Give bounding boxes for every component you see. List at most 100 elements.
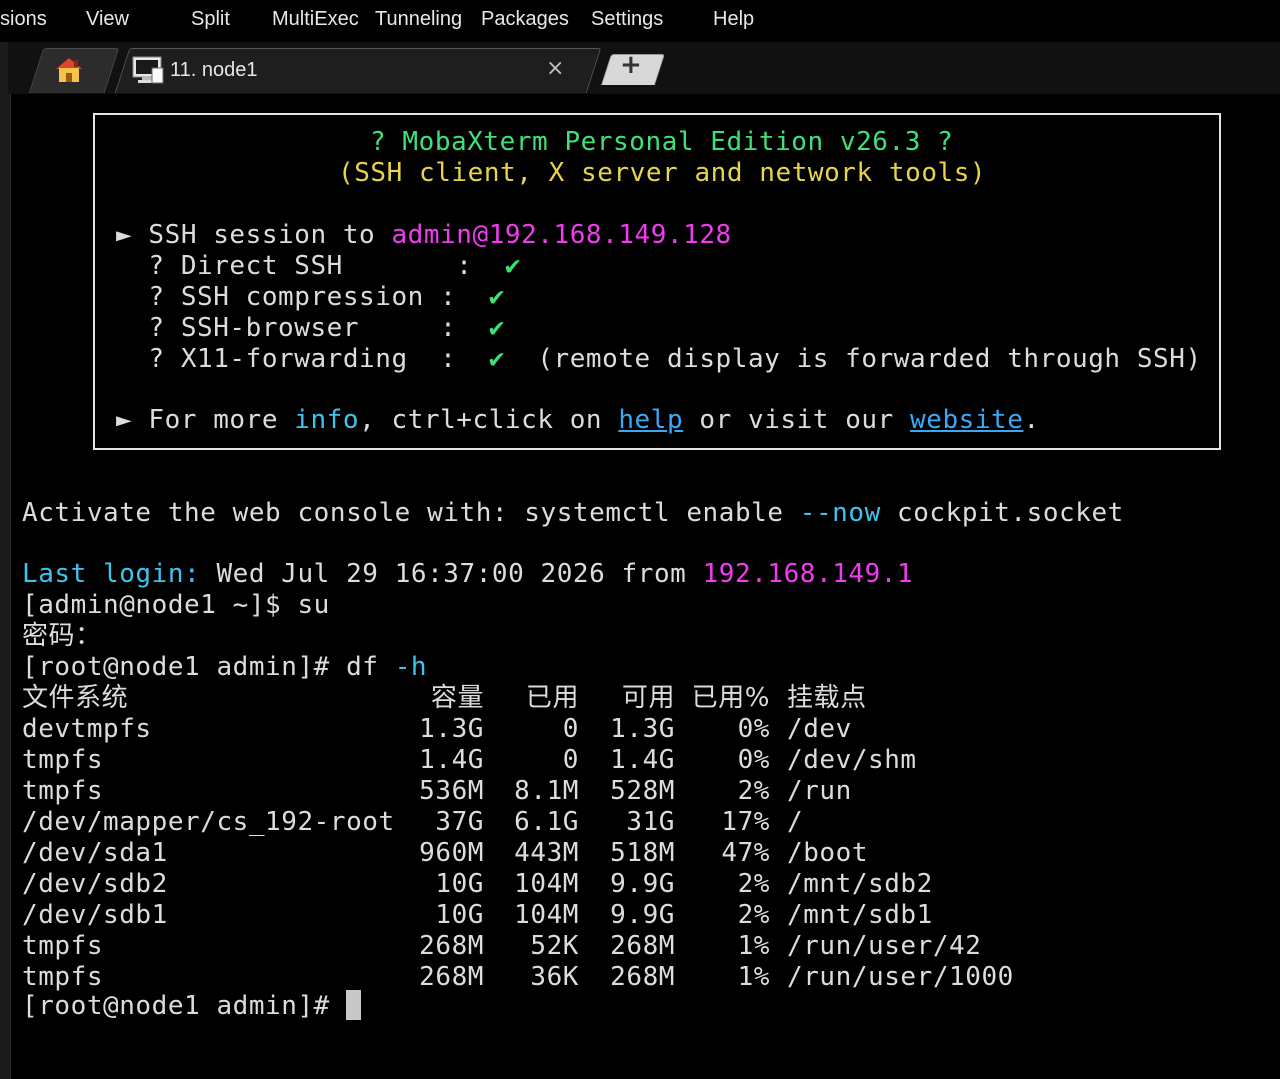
df-cell: 1.4G <box>610 745 675 775</box>
df-cell: /run/user/1000 <box>787 962 1014 992</box>
feature-label: ? SSH-browser : <box>116 313 489 343</box>
terminal-cursor <box>346 990 362 1020</box>
df-cell: / <box>787 807 804 837</box>
feature-label: ? Direct SSH : <box>116 251 505 281</box>
tab-node1-label-wrap[interactable]: 11. node1 <box>132 48 332 92</box>
check-icon: ✔ <box>488 282 505 312</box>
menu-settings[interactable]: Settings <box>591 8 663 31</box>
df-cell: /run/user/42 <box>787 931 982 961</box>
df-cell: tmpfs <box>22 962 104 992</box>
df-cell: 518M <box>610 838 675 868</box>
feature-label: ? X11-forwarding : <box>116 344 489 374</box>
df-cell: devtmpfs <box>22 714 152 744</box>
df-cell: 536M <box>419 776 484 806</box>
last-login-text: Wed Jul 29 16:37:00 2026 from <box>200 559 703 589</box>
df-cell: 1% <box>737 931 770 961</box>
df-cell: 960M <box>419 838 484 868</box>
df-cell: 0% <box>737 745 770 775</box>
session-target: admin@192.168.149.128 <box>391 220 732 250</box>
help-link[interactable]: help <box>618 405 683 435</box>
df-cell: 104M <box>514 900 579 930</box>
df-cell: 8.1M <box>514 776 579 806</box>
df-cell: /mnt/sdb1 <box>787 900 933 930</box>
menu-view[interactable]: View <box>86 8 129 31</box>
df-cell: 47% <box>721 838 770 868</box>
df-cell: 1.4G <box>419 745 484 775</box>
df-cell: 10G <box>435 900 484 930</box>
banner-subtitle: (SSH client, X server and network tools) <box>338 158 987 188</box>
df-cell: 0% <box>737 714 770 744</box>
feature-label: ? SSH compression : <box>116 282 489 312</box>
tab-close-icon[interactable]: × <box>546 56 564 81</box>
df-cell: 10G <box>435 869 484 899</box>
df-cell: 268M <box>419 962 484 992</box>
banner-more-line: ► For more info, ctrl+click on help or v… <box>116 405 1040 436</box>
tab-node1-label: 11. node1 <box>170 58 258 81</box>
df-cell: 528M <box>610 776 675 806</box>
df-cell: /dev <box>787 714 852 744</box>
menu-packages[interactable]: Packages <box>481 8 569 31</box>
df-cell: 6.1G <box>514 807 579 837</box>
df-cell: 268M <box>419 931 484 961</box>
df-cell: tmpfs <box>22 931 104 961</box>
df-header-cell: 容量 <box>430 683 484 713</box>
session-prefix: ► SSH session to <box>116 220 392 250</box>
last-login-line: Last login: Wed Jul 29 16:37:00 2026 fro… <box>22 559 913 590</box>
more-end: . <box>1023 405 1040 435</box>
check-icon: ✔ <box>488 313 505 343</box>
activate-suffix: cockpit.socket <box>880 498 1124 528</box>
more-mid2: or visit our <box>683 405 911 435</box>
more-mid: , ctrl+click on <box>359 405 619 435</box>
df-command-line: [root@node1 admin]# df -h <box>22 652 427 683</box>
df-cell: /dev/mapper/cs_192-root <box>22 807 395 837</box>
menu-bar: sions View Split MultiExec Tunneling Pac… <box>0 0 1280 42</box>
df-cell: 2% <box>737 776 770 806</box>
tab-bar: 11. node1 × + <box>0 42 1280 94</box>
df-cell: 0 <box>562 745 579 775</box>
df-cell: 1.3G <box>610 714 675 744</box>
terminal[interactable]: ? MobaXterm Personal Edition v26.3 ? (SS… <box>22 94 1272 1079</box>
menu-split[interactable]: Split <box>191 8 230 31</box>
df-header-cell: 已用 <box>525 683 579 713</box>
df-cell: /dev/sdb1 <box>22 900 168 930</box>
df-header-cell: 已用% <box>691 683 770 713</box>
df-cell: 1.3G <box>419 714 484 744</box>
menu-multiexec[interactable]: MultiExec <box>272 8 359 31</box>
menu-tunneling[interactable]: Tunneling <box>375 8 462 31</box>
menu-help[interactable]: Help <box>713 8 754 31</box>
df-cell: 2% <box>737 900 770 930</box>
password-prompt: 密码： <box>22 621 102 651</box>
website-link[interactable]: website <box>910 405 1023 435</box>
df-cell: 37G <box>435 807 484 837</box>
feature-ssh-compression: ? SSH compression : ✔ <box>116 282 505 313</box>
df-cell: /dev/sda1 <box>22 838 168 868</box>
home-tab-icon-wrap[interactable] <box>54 48 94 92</box>
df-cell: 104M <box>514 869 579 899</box>
menu-sessions[interactable]: sions <box>0 8 47 31</box>
feature-x11-forwarding: ? X11-forwarding : ✔ (remote display is … <box>116 344 1202 375</box>
feature-ssh-browser: ? SSH-browser : ✔ <box>116 313 505 344</box>
info-link[interactable]: info <box>294 405 359 435</box>
check-icon: ✔ <box>504 251 522 281</box>
activate-line: Activate the web console with: systemctl… <box>22 498 1124 529</box>
df-header-cell: 文件系统 <box>22 683 129 713</box>
df-cell: 17% <box>721 807 770 837</box>
df-header-cell: 可用 <box>621 683 675 713</box>
df-cell: 52K <box>530 931 579 961</box>
activate-prefix: Activate the web console with: systemctl… <box>22 498 800 528</box>
last-login-ip: 192.168.149.1 <box>702 559 914 589</box>
more-prefix: ► For more <box>116 405 295 435</box>
df-cell: 31G <box>626 807 675 837</box>
check-icon: ✔ <box>488 344 505 374</box>
df-cell: 443M <box>514 838 579 868</box>
df-cell: 2% <box>737 869 770 899</box>
df-cell: 1% <box>737 962 770 992</box>
prompt-user-line: [admin@node1 ~]$ su <box>22 590 330 620</box>
final-prompt-line[interactable]: [root@node1 admin]# <box>22 990 362 1022</box>
activate-flag: --now <box>799 498 881 528</box>
sidebar-edge-top <box>0 42 8 94</box>
banner-title: ? MobaXterm Personal Edition v26.3 ? <box>370 127 954 157</box>
plus-icon: + <box>620 50 642 80</box>
df-header-cell: 挂载点 <box>787 683 867 713</box>
sidebar-edge[interactable] <box>0 94 11 1079</box>
